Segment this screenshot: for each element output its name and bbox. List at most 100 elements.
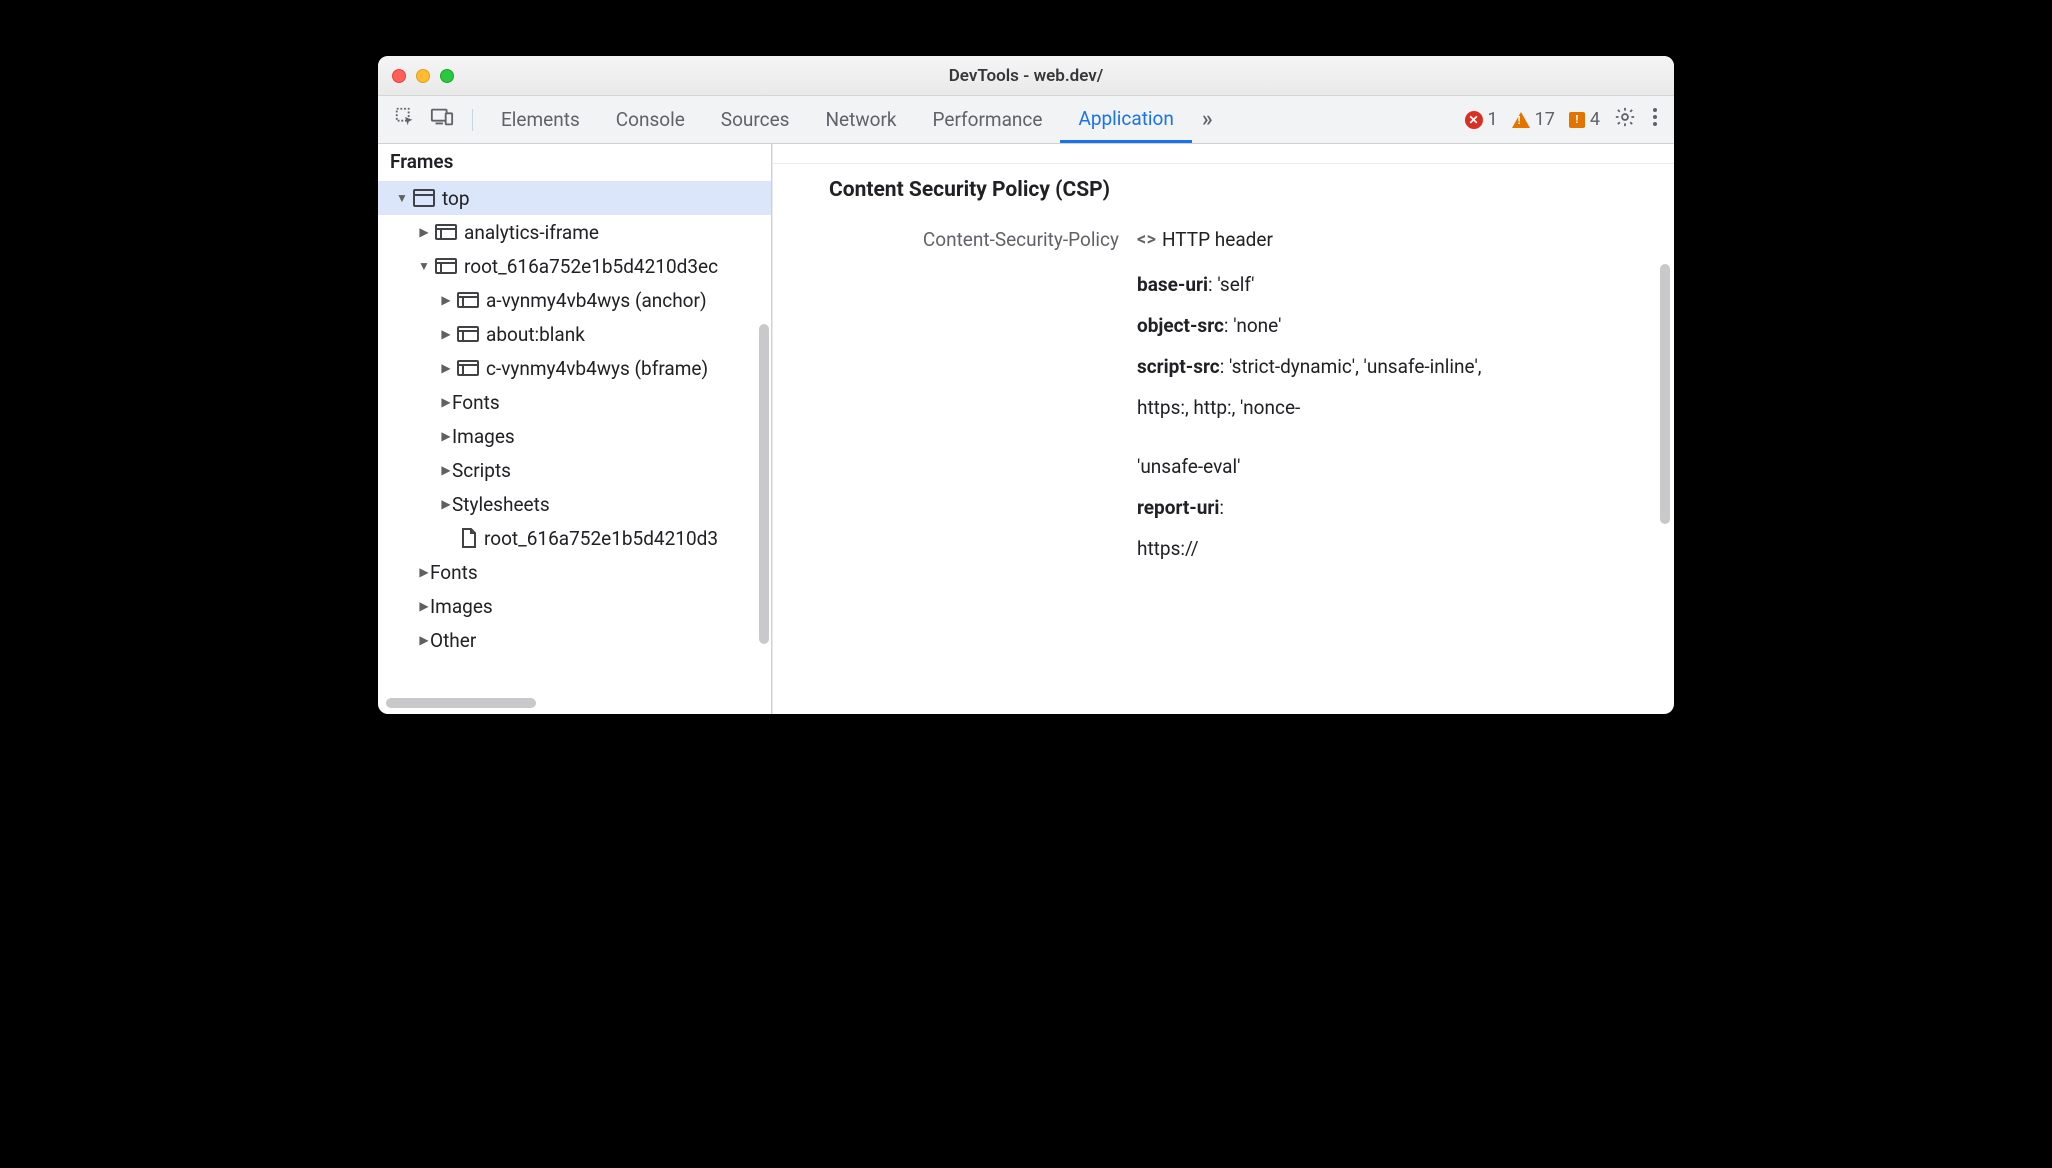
tree-folder[interactable]: Fonts <box>378 555 771 589</box>
close-window-button[interactable] <box>392 69 406 83</box>
tree-label: analytics-iframe <box>464 221 599 244</box>
tree-folder[interactable]: Other <box>378 623 771 657</box>
error-counter[interactable]: ✕ 1 <box>1465 109 1498 130</box>
tree-label: Stylesheets <box>452 493 550 516</box>
tree-label: root_616a752e1b5d4210d3ec <box>464 255 718 278</box>
sidebar-h-scrollbar[interactable] <box>386 698 536 708</box>
tree-label: Other <box>430 629 476 652</box>
error-count: 1 <box>1488 109 1498 130</box>
disclosure-triangle-icon[interactable] <box>440 463 452 477</box>
tab-performance[interactable]: Performance <box>915 96 1061 143</box>
tree-folder[interactable]: Images <box>378 589 771 623</box>
csp-section: Content Security Policy (CSP) Content-Se… <box>773 164 1674 560</box>
info-counter[interactable]: ! 4 <box>1569 109 1600 130</box>
disclosure-triangle-icon[interactable] <box>440 361 452 375</box>
disclosure-triangle-icon[interactable] <box>418 633 430 647</box>
iframe-icon <box>434 223 458 241</box>
device-toolbar-icon[interactable] <box>430 106 454 133</box>
tree-folder[interactable]: Scripts <box>378 453 771 487</box>
disclosure-triangle-icon[interactable] <box>418 225 430 239</box>
csp-header-value-text: HTTP header <box>1162 228 1273 251</box>
tree-label: c-vynmy4vb4wys (bframe) <box>486 357 708 380</box>
tree-folder[interactable]: Images <box>378 419 771 453</box>
csp-directive: report-uri: <box>1137 496 1674 519</box>
tree-label: Fonts <box>452 391 500 414</box>
tab-application[interactable]: Application <box>1060 96 1191 143</box>
csp-directive: script-src: 'strict-dynamic', 'unsafe-in… <box>1137 355 1674 378</box>
tab-network[interactable]: Network <box>807 96 914 143</box>
panel-tabs: Elements Console Sources Network Perform… <box>483 96 1223 143</box>
tree-folder[interactable]: Fonts <box>378 385 771 419</box>
panel-separator <box>773 144 1674 164</box>
csp-directives: base-uri: 'self' object-src: 'none' scri… <box>1137 273 1674 560</box>
warning-counter[interactable]: 17 <box>1512 109 1555 130</box>
info-count: 4 <box>1590 109 1600 130</box>
sidebar-section-title: Frames <box>378 144 771 181</box>
tree-label: Images <box>430 595 493 618</box>
csp-directive: base-uri: 'self' <box>1137 273 1674 296</box>
disclosure-triangle-icon[interactable] <box>418 565 430 579</box>
tree-label: Fonts <box>430 561 478 584</box>
disclosure-triangle-icon[interactable] <box>418 599 430 613</box>
code-icon: < > <box>1137 229 1154 250</box>
disclosure-triangle-icon[interactable] <box>440 395 452 409</box>
tree-label: about:blank <box>486 323 585 346</box>
tree-item-frame[interactable]: a-vynmy4vb4wys (anchor) <box>378 283 771 317</box>
tree-file[interactable]: root_616a752e1b5d4210d3 <box>378 521 771 555</box>
tree-item-frame[interactable]: about:blank <box>378 317 771 351</box>
tab-console[interactable]: Console <box>598 96 703 143</box>
tab-sources[interactable]: Sources <box>703 96 808 143</box>
tree-label: a-vynmy4vb4wys (anchor) <box>486 289 707 312</box>
csp-directive: https:, http:, 'nonce- <box>1137 396 1674 419</box>
csp-header-key: Content-Security-Policy <box>829 228 1119 251</box>
tree-item-frame[interactable]: c-vynmy4vb4wys (bframe) <box>378 351 771 385</box>
frames-tree: top analytics-iframe root_616a752e1b5d42… <box>378 181 771 657</box>
csp-header-value: < > HTTP header <box>1137 228 1674 251</box>
csp-directive: object-src: 'none' <box>1137 314 1674 337</box>
tab-elements[interactable]: Elements <box>483 96 598 143</box>
warning-icon <box>1512 112 1530 128</box>
tree-item-frame[interactable]: analytics-iframe <box>378 215 771 249</box>
iframe-icon <box>456 291 480 309</box>
error-icon: ✕ <box>1465 111 1483 129</box>
iframe-icon <box>434 257 458 275</box>
more-tabs-button[interactable]: » <box>1192 96 1223 143</box>
window-icon <box>412 188 436 208</box>
issue-counters: ✕ 1 17 ! 4 <box>1465 109 1606 130</box>
tree-label: Scripts <box>452 459 511 482</box>
info-icon: ! <box>1569 112 1585 128</box>
tree-folder[interactable]: Stylesheets <box>378 487 771 521</box>
main-scrollbar[interactable] <box>1660 264 1670 524</box>
devtools-window: DevTools - web.dev/ Elements Console <box>378 56 1674 714</box>
window-controls <box>392 69 454 83</box>
zoom-window-button[interactable] <box>440 69 454 83</box>
window-title: DevTools - web.dev/ <box>378 66 1674 86</box>
csp-directive: https:// <box>1137 537 1674 560</box>
iframe-icon <box>456 325 480 343</box>
inspect-element-icon[interactable] <box>394 106 416 133</box>
warning-count: 17 <box>1535 109 1555 130</box>
titlebar: DevTools - web.dev/ <box>378 56 1674 96</box>
disclosure-triangle-icon[interactable] <box>440 497 452 511</box>
tree-label: root_616a752e1b5d4210d3 <box>484 527 718 550</box>
iframe-icon <box>456 359 480 377</box>
tree-item-root-frame[interactable]: root_616a752e1b5d4210d3ec <box>378 249 771 283</box>
toolbar-divider <box>472 109 473 131</box>
disclosure-triangle-icon[interactable] <box>440 293 452 307</box>
minimize-window-button[interactable] <box>416 69 430 83</box>
sidebar-scrollbar[interactable] <box>759 324 769 644</box>
csp-heading: Content Security Policy (CSP) <box>829 178 1674 202</box>
disclosure-triangle-icon[interactable] <box>440 327 452 341</box>
disclosure-triangle-icon[interactable] <box>440 429 452 443</box>
more-options-button[interactable] <box>1644 106 1666 133</box>
csp-directive: 'unsafe-eval' <box>1137 455 1674 478</box>
tree-item-top[interactable]: top <box>378 181 771 215</box>
disclosure-triangle-icon[interactable] <box>396 191 408 205</box>
disclosure-triangle-icon[interactable] <box>418 259 430 273</box>
frames-sidebar: Frames top analytics-iframe <box>378 144 772 714</box>
document-icon <box>460 527 478 549</box>
devtools-toolbar: Elements Console Sources Network Perform… <box>378 96 1674 144</box>
content-area: Frames top analytics-iframe <box>378 144 1674 714</box>
tree-label: Images <box>452 425 515 448</box>
settings-button[interactable] <box>1606 106 1644 133</box>
